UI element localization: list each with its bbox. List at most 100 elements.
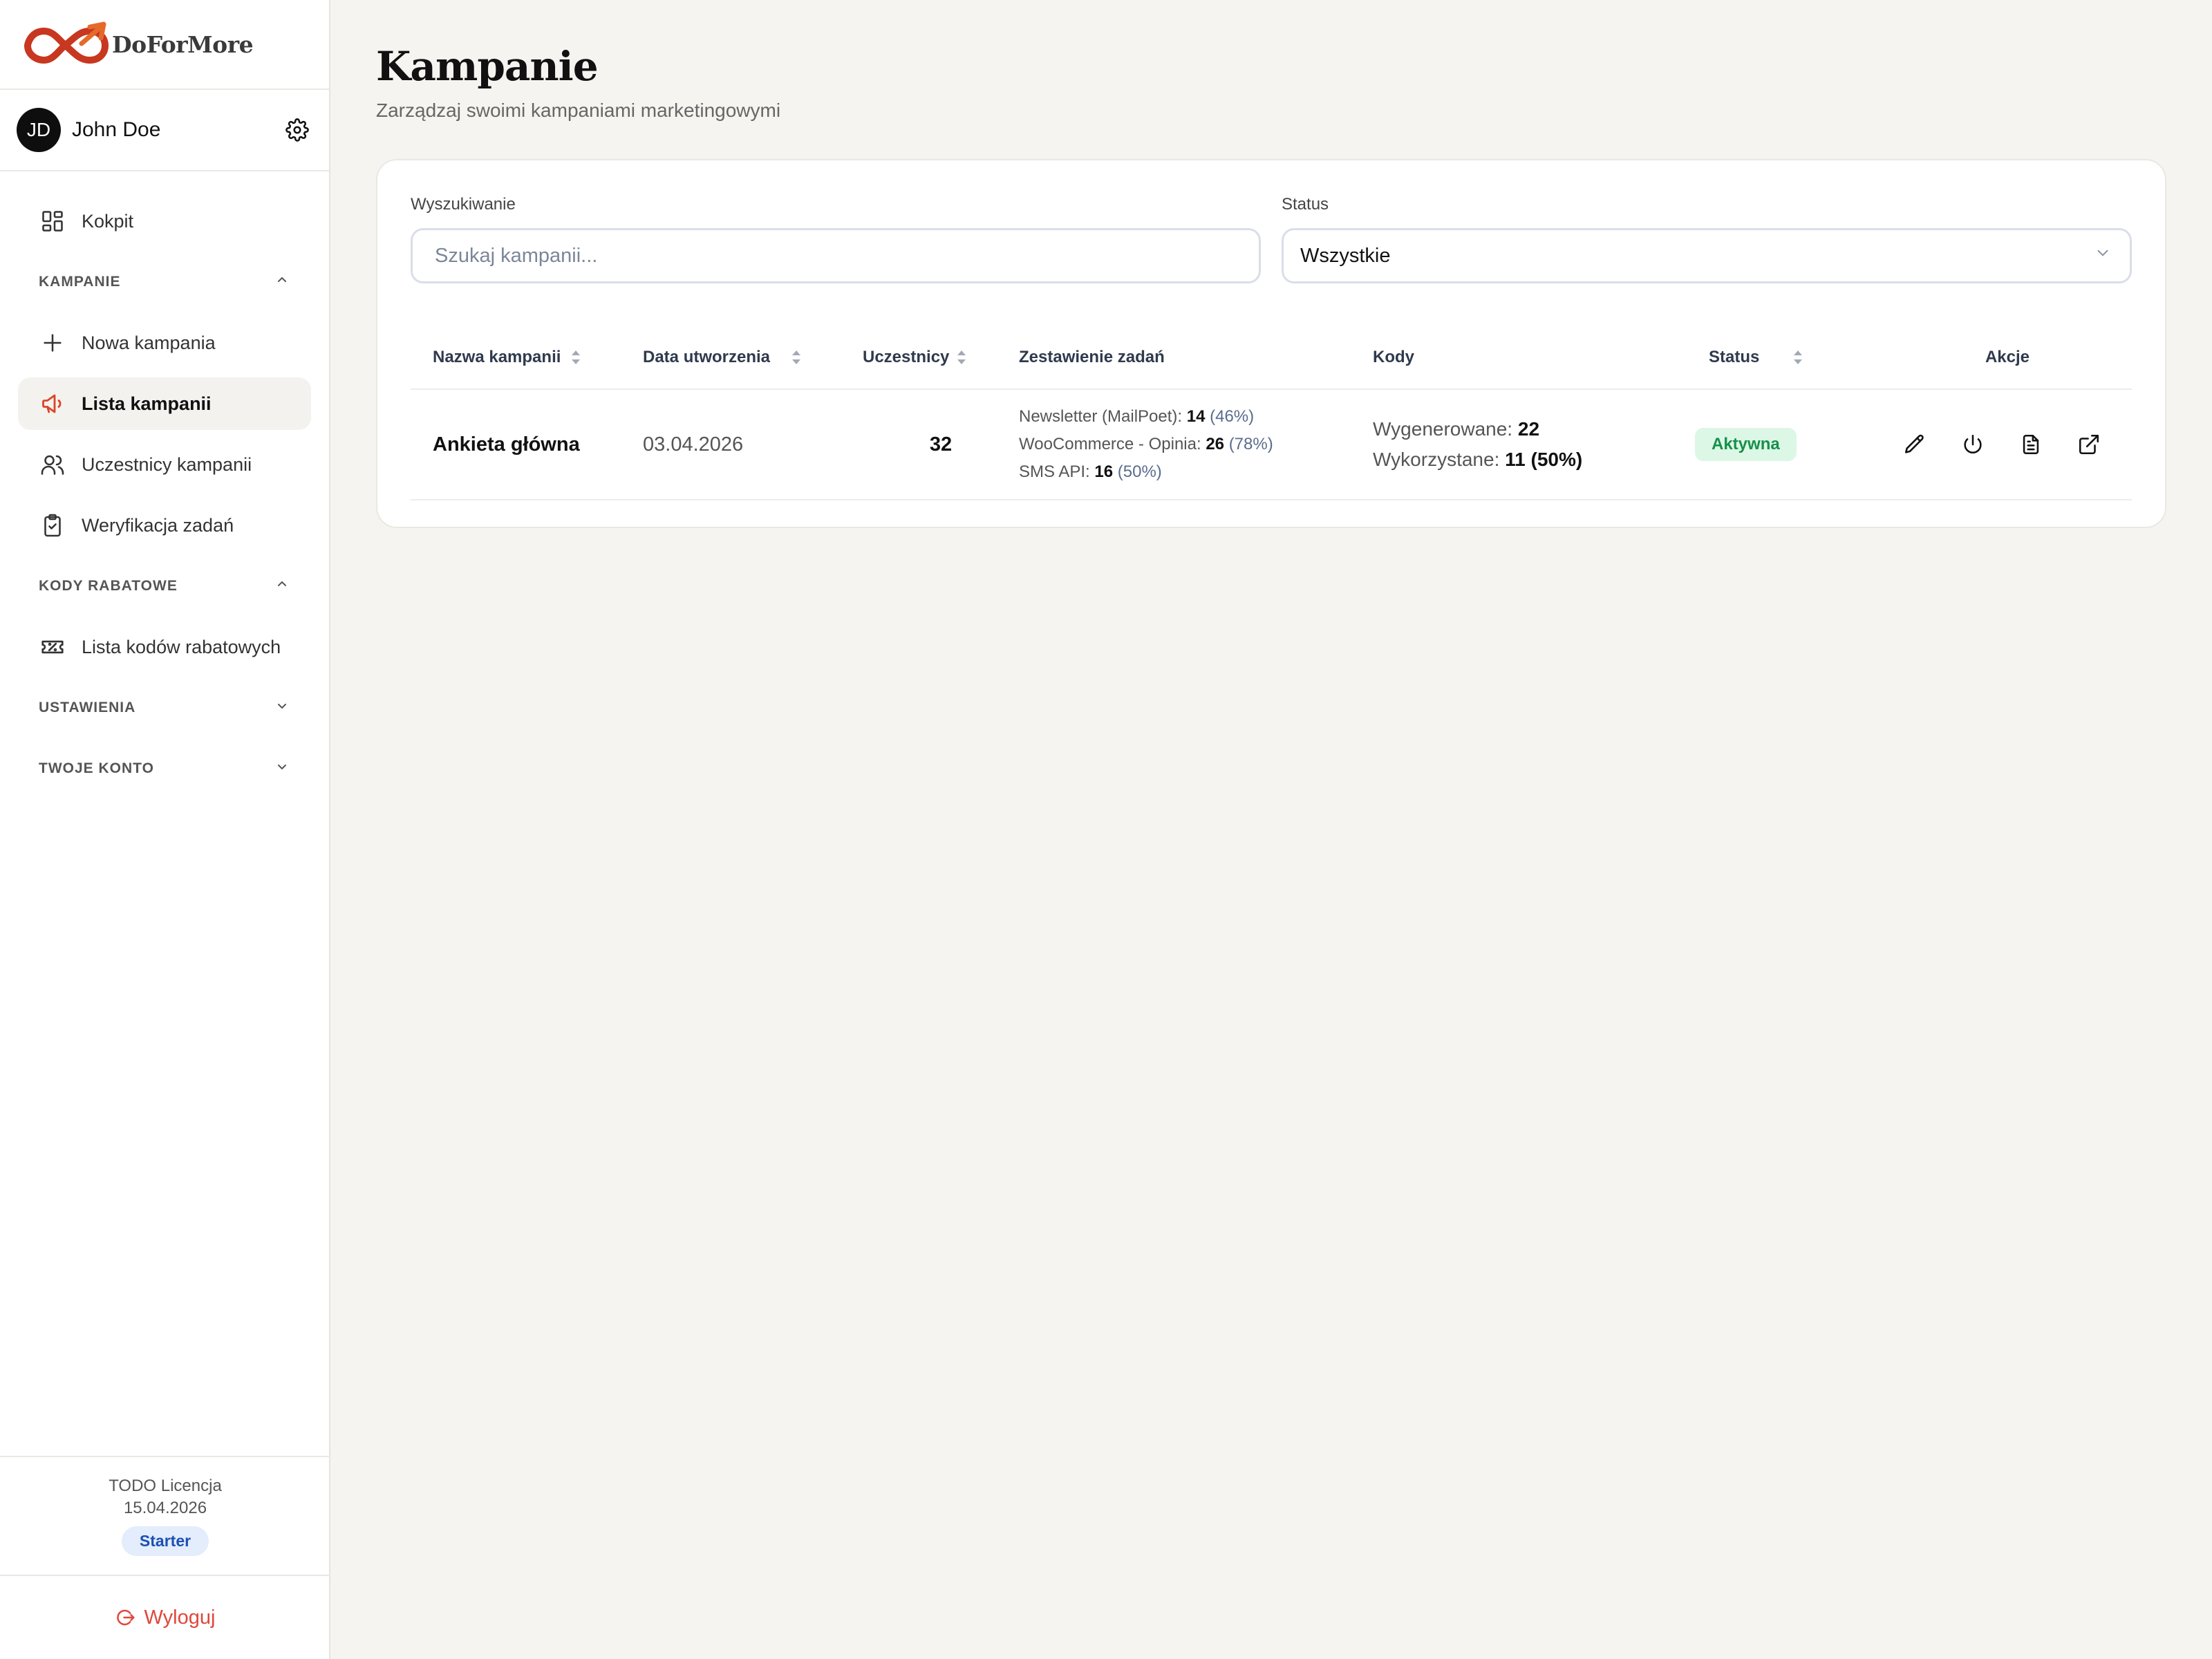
plus-icon <box>39 329 66 357</box>
user-name: John Doe <box>72 118 161 141</box>
task-line: Newsletter (MailPoet): 14 (46%) <box>1019 403 1273 431</box>
infinity-logo-icon <box>24 21 109 64</box>
nav-item-label: Uczestnicy kampanii <box>82 453 252 475</box>
task-line: WooCommerce - Opinia: 26 (78%) <box>1019 431 1273 458</box>
status-select[interactable]: Wszystkie <box>1282 228 2132 283</box>
col-header-tasks: Zestawienie zadań <box>1019 326 1373 388</box>
campaigns-table: Nazwa kampanii Data utworzenia Uczestnic… <box>411 326 2132 500</box>
plan-badge: Starter <box>121 1526 209 1556</box>
participants-count: 32 <box>929 433 953 456</box>
chevron-up-icon <box>274 272 290 292</box>
nav-item-dashboard[interactable]: Kokpit <box>18 195 311 247</box>
participants-cell: 32 <box>863 390 1019 499</box>
page-title: Kampanie <box>376 43 599 90</box>
section-discount-codes[interactable]: KODY RABATOWE <box>18 560 311 612</box>
brand-name: DoForMore <box>112 30 254 58</box>
col-header-label: Data utworzenia <box>643 348 771 366</box>
col-header-actions: Akcje <box>1883 326 2132 388</box>
table-row[interactable]: Ankieta główna 03.04.2026 32 Newsletter … <box>411 390 2132 500</box>
actions-cell <box>1883 390 2132 499</box>
search-input[interactable]: Szukaj kampanii... <box>411 228 1261 283</box>
external-link-icon[interactable] <box>2074 429 2104 460</box>
task-line: SMS API: 16 (50%) <box>1019 458 1273 486</box>
campaign-name[interactable]: Ankieta główna <box>433 433 580 456</box>
gear-icon[interactable] <box>283 116 311 144</box>
section-label: USTAWIENIA <box>39 700 136 715</box>
sort-icon <box>1791 347 1806 368</box>
ticket-icon <box>39 633 66 661</box>
col-header-name[interactable]: Nazwa kampanii <box>411 326 643 388</box>
col-header-label: Status <box>1709 348 1760 366</box>
task-percent: (78%) <box>1228 435 1273 453</box>
col-header-label: Akcje <box>1985 348 2030 366</box>
codes-generated-label: Wygenerowane: <box>1373 418 1513 440</box>
nav-item-campaign-list[interactable]: Lista kampanii <box>18 377 311 430</box>
task-percent: (50%) <box>1117 462 1162 481</box>
section-label: KODY RABATOWE <box>39 578 178 594</box>
task-label: WooCommerce - Opinia: <box>1019 435 1201 453</box>
logo[interactable]: DoForMore <box>0 0 329 90</box>
task-label: SMS API: <box>1019 462 1090 481</box>
campaigns-card: Wyszukiwanie Szukaj kampanii... Status W… <box>376 159 2166 528</box>
sort-icon <box>569 347 584 368</box>
row-actions <box>1883 429 2132 460</box>
col-header-label: Uczestnicy <box>863 348 950 366</box>
nav-item-task-verification[interactable]: Weryfikacja zadań <box>18 499 311 552</box>
col-header-date[interactable]: Data utworzenia <box>643 326 863 388</box>
page-subtitle: Zarządzaj swoimi kampaniami marketingowy… <box>376 100 781 121</box>
task-percent: (46%) <box>1210 407 1255 426</box>
nav-item-label: Lista kodów rabatowych <box>82 636 281 657</box>
codes-summary: Wygenerowane: 22 Wykorzystane: 11 (50%) <box>1373 414 1582 475</box>
nav-item-new-campaign[interactable]: Nowa kampania <box>18 317 311 369</box>
status-filter-label: Status <box>1282 195 1329 214</box>
nav-item-label: Lista kampanii <box>82 393 212 414</box>
logout-button[interactable]: Wyloguj <box>0 1576 330 1659</box>
codes-generated-value: 22 <box>1517 418 1540 440</box>
status-select-value: Wszystkie <box>1300 244 1391 267</box>
section-settings[interactable]: USTAWIENIA <box>18 682 311 734</box>
license-info: TODO Licencja 15.04.2026 Starter <box>0 1456 330 1576</box>
nav-item-label: Nowa kampania <box>82 332 216 353</box>
nav-item-participants[interactable]: Uczestnicy kampanii <box>18 438 311 491</box>
campaign-date: 03.04.2026 <box>643 433 744 456</box>
task-count: 14 <box>1186 407 1206 426</box>
status-cell: Aktywna <box>1695 390 1883 499</box>
status-badge: Aktywna <box>1695 428 1797 461</box>
section-account[interactable]: TWOJE KONTO <box>18 742 311 795</box>
power-icon[interactable] <box>1958 429 1988 460</box>
section-label: TWOJE KONTO <box>39 760 154 776</box>
task-label: Newsletter (MailPoet): <box>1019 407 1183 426</box>
logout-label: Wyloguj <box>144 1606 216 1629</box>
col-header-label: Kody <box>1373 348 1414 366</box>
campaign-name-cell: Ankieta główna <box>411 390 643 499</box>
nav-item-label: Weryfikacja zadań <box>82 514 234 536</box>
document-icon[interactable] <box>2016 429 2046 460</box>
task-count: 26 <box>1206 435 1225 453</box>
nav-item-label: Kokpit <box>82 210 134 232</box>
col-header-status[interactable]: Status <box>1695 326 1883 388</box>
avatar[interactable]: JD <box>17 108 61 152</box>
codes-cell: Wygenerowane: 22 Wykorzystane: 11 (50%) <box>1373 390 1695 499</box>
sidebar: DoForMore JD John Doe Kokpit KAMPANIE No… <box>0 0 330 1659</box>
edit-icon[interactable] <box>1900 429 1930 460</box>
dashboard-icon <box>39 207 66 235</box>
task-count: 16 <box>1094 462 1114 481</box>
main-content: Kampanie Zarządzaj swoimi kampaniami mar… <box>330 0 2212 1659</box>
sort-icon <box>789 347 805 368</box>
col-header-codes: Kody <box>1373 326 1695 388</box>
logout-icon <box>115 1606 138 1629</box>
col-header-label: Zestawienie zadań <box>1019 348 1165 366</box>
nav-item-discount-codes[interactable]: Lista kodów rabatowych <box>18 621 311 673</box>
col-header-label: Nazwa kampanii <box>433 348 561 366</box>
megaphone-icon <box>39 390 66 418</box>
campaign-date-cell: 03.04.2026 <box>643 390 863 499</box>
tasks-cell: Newsletter (MailPoet): 14 (46%) WooComme… <box>1019 390 1373 499</box>
license-label: TODO Licencja <box>109 1476 222 1495</box>
col-header-participants[interactable]: Uczestnicy <box>863 326 1019 388</box>
clipboard-check-icon <box>39 512 66 539</box>
section-label: KAMPANIE <box>39 274 121 290</box>
chevron-down-icon <box>274 758 290 779</box>
chevron-down-icon <box>2094 244 2112 268</box>
main-nav: Kokpit KAMPANIE Nowa kampania Lista kamp… <box>0 171 329 795</box>
section-campaigns[interactable]: KAMPANIE <box>18 256 311 308</box>
